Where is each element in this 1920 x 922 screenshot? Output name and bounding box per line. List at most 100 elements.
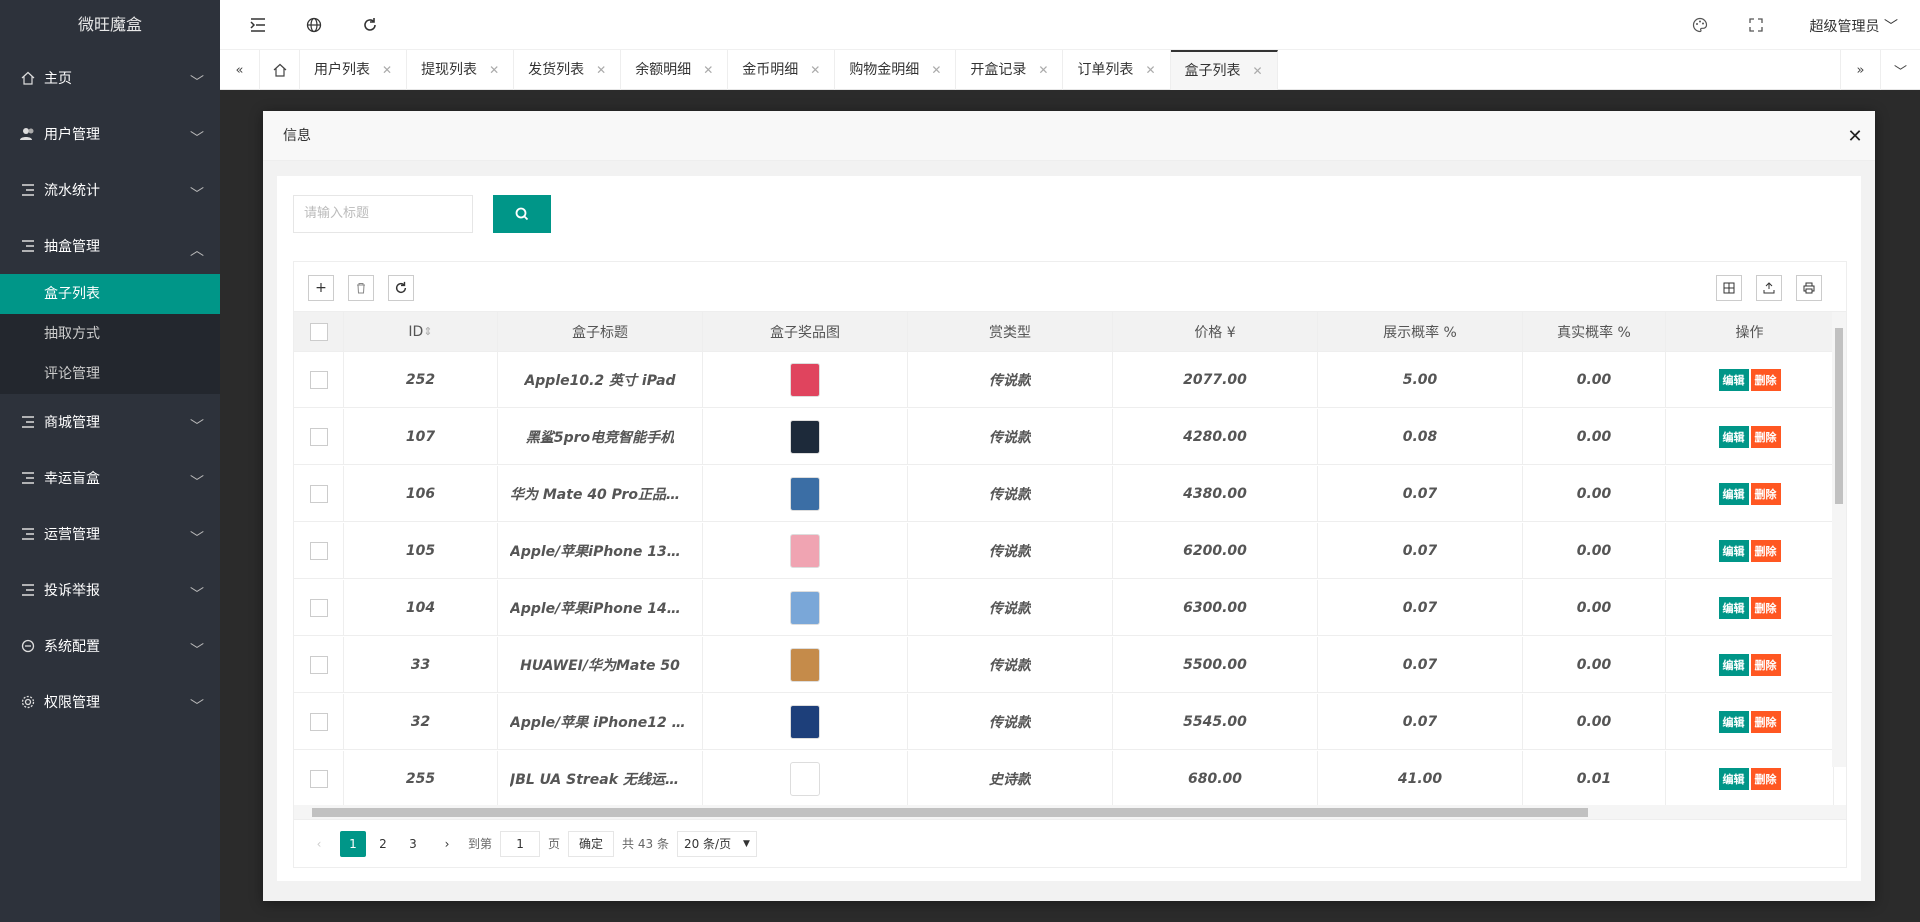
tabs-scroll-right-icon[interactable]: » — [1840, 50, 1880, 90]
refresh-icon[interactable] — [360, 15, 380, 35]
row-checkbox-cell[interactable] — [294, 409, 344, 464]
delete-button[interactable]: 删除 — [1750, 653, 1781, 676]
search-button[interactable] — [493, 195, 551, 233]
row-checkbox[interactable] — [309, 712, 328, 731]
home-tab-icon[interactable] — [260, 50, 300, 90]
tab-3[interactable]: 余额明细 ✕ — [621, 50, 729, 90]
tab-0[interactable]: 用户列表 ✕ — [300, 50, 408, 90]
tab-close-icon[interactable]: ✕ — [931, 50, 941, 90]
select-all-checkbox[interactable] — [309, 322, 328, 341]
tab-close-icon[interactable]: ✕ — [703, 50, 713, 90]
tabs-scroll-left-icon[interactable]: « — [220, 50, 260, 90]
edit-button[interactable]: 编辑 — [1718, 710, 1749, 733]
sidebar-subitem-0[interactable]: 盒子列表 — [0, 274, 220, 314]
sidebar-item-2[interactable]: 流水统计 ﹀ — [0, 162, 220, 218]
row-checkbox[interactable] — [309, 427, 328, 446]
user-menu[interactable]: 超级管理员 ﹀ — [1810, 16, 1898, 36]
globe-icon[interactable] — [304, 15, 324, 35]
horizontal-scrollbar[interactable] — [294, 805, 1846, 819]
row-checkbox[interactable] — [309, 655, 328, 674]
tabs-dropdown-icon[interactable]: ﹀ — [1880, 50, 1920, 90]
sidebar-item-3[interactable]: 抽盒管理 ︿ — [0, 218, 220, 274]
export-icon[interactable] — [1756, 275, 1782, 301]
row-checkbox-cell[interactable] — [294, 466, 344, 521]
edit-button[interactable]: 编辑 — [1718, 482, 1749, 505]
vertical-scrollbar[interactable] — [1832, 312, 1846, 767]
row-checkbox[interactable] — [309, 769, 328, 788]
delete-button[interactable]: 删除 — [1750, 539, 1781, 562]
delete-button[interactable]: 删除 — [1750, 368, 1781, 391]
sidebar-item-1[interactable]: 用户管理 ﹀ — [0, 106, 220, 162]
row-checkbox[interactable] — [309, 598, 328, 617]
tab-close-icon[interactable]: ✕ — [596, 50, 606, 90]
delete-button[interactable]: 删除 — [1750, 596, 1781, 619]
sidebar-item-6[interactable]: 运营管理 ﹀ — [0, 506, 220, 562]
edit-button[interactable]: 编辑 — [1718, 767, 1749, 790]
sidebar-item-7[interactable]: 投诉举报 ﹀ — [0, 562, 220, 618]
add-icon[interactable]: + — [308, 275, 334, 301]
reload-icon[interactable] — [388, 275, 414, 301]
row-checkbox-cell[interactable] — [294, 523, 344, 578]
column-header[interactable]: ID ⇕ — [344, 312, 498, 351]
row-checkbox-cell[interactable] — [294, 580, 344, 635]
tab-8[interactable]: 盒子列表 ✕ — [1170, 50, 1278, 90]
sort-icon[interactable]: ⇕ — [423, 325, 432, 338]
confirm-button[interactable]: 确定 — [568, 830, 615, 857]
search-input[interactable]: 请输入标题 — [293, 195, 473, 233]
delete-button[interactable]: 删除 — [1750, 767, 1781, 790]
tab-close-icon[interactable]: ✕ — [1253, 53, 1263, 89]
next-page-icon[interactable]: › — [434, 831, 460, 857]
close-icon[interactable]: ✕ — [1843, 124, 1867, 148]
tab-close-icon[interactable]: ✕ — [1038, 50, 1048, 90]
edit-button[interactable]: 编辑 — [1718, 596, 1749, 619]
tab-close-icon[interactable]: ✕ — [489, 50, 499, 90]
edit-button[interactable]: 编辑 — [1718, 653, 1749, 676]
cell-text: 680.00 — [1187, 770, 1243, 787]
tab-1[interactable]: 提现列表 ✕ — [407, 50, 515, 90]
edit-button[interactable]: 编辑 — [1718, 539, 1749, 562]
fullscreen-icon[interactable] — [1746, 15, 1766, 35]
delete-button[interactable]: 删除 — [1750, 710, 1781, 733]
edit-button[interactable]: 编辑 — [1718, 368, 1749, 391]
tab-6[interactable]: 开盒记录 ✕ — [956, 50, 1064, 90]
print-icon[interactable] — [1796, 275, 1822, 301]
tab-4[interactable]: 金币明细 ✕ — [728, 50, 836, 90]
tab-2[interactable]: 发货列表 ✕ — [514, 50, 622, 90]
edit-button[interactable]: 编辑 — [1718, 425, 1749, 448]
page-input[interactable]: 1 — [500, 830, 541, 857]
tab-7[interactable]: 订单列表 ✕ — [1063, 50, 1171, 90]
row-checkbox-cell[interactable] — [294, 352, 344, 407]
delete-icon[interactable] — [348, 275, 374, 301]
tab-close-icon[interactable]: ✕ — [810, 50, 820, 90]
page-3[interactable]: 3 — [400, 831, 426, 857]
page-1[interactable]: 1 — [340, 830, 366, 857]
theme-palette-icon[interactable] — [1690, 15, 1710, 35]
sidebar-item-9[interactable]: 权限管理 ﹀ — [0, 674, 220, 730]
page-size-select[interactable]: 20 条/页 — [676, 830, 757, 857]
columns-icon[interactable] — [1716, 275, 1742, 301]
delete-button[interactable]: 删除 — [1750, 425, 1781, 448]
header-checkbox-cell[interactable] — [294, 312, 344, 351]
row-checkbox[interactable] — [309, 541, 328, 560]
table-cell: 传说款 — [908, 409, 1113, 464]
table-row: 255 JBL UA Streak 无线运动… 史诗款 680.00 41.00 0.01… — [294, 751, 1834, 805]
sidebar-item-4[interactable]: 商城管理 ﹀ — [0, 394, 220, 450]
tab-close-icon[interactable]: ✕ — [382, 50, 392, 90]
row-checkbox-cell[interactable] — [294, 694, 344, 749]
row-checkbox-cell[interactable] — [294, 637, 344, 692]
sidebar-item-8[interactable]: 系统配置 ﹀ — [0, 618, 220, 674]
sidebar-item-0[interactable]: 主页 ﹀ — [0, 50, 220, 106]
tab-close-icon[interactable]: ✕ — [1145, 50, 1155, 90]
tab-5[interactable]: 购物金明细 ✕ — [835, 50, 957, 90]
sidebar-subitem-1[interactable]: 抽取方式 — [0, 314, 220, 354]
row-checkbox-cell[interactable] — [294, 751, 344, 805]
sidebar-subitem-2[interactable]: 评论管理 — [0, 354, 220, 394]
sidebar-item-5[interactable]: 幸运盲盒 ﹀ — [0, 450, 220, 506]
page-2[interactable]: 2 — [370, 831, 396, 857]
delete-button[interactable]: 删除 — [1750, 482, 1781, 505]
cell-text: 4280.00 — [1183, 428, 1247, 445]
menu-toggle-icon[interactable] — [248, 15, 268, 35]
row-checkbox[interactable] — [309, 370, 328, 389]
prev-page-icon[interactable]: ‹ — [306, 831, 332, 857]
row-checkbox[interactable] — [309, 484, 328, 503]
